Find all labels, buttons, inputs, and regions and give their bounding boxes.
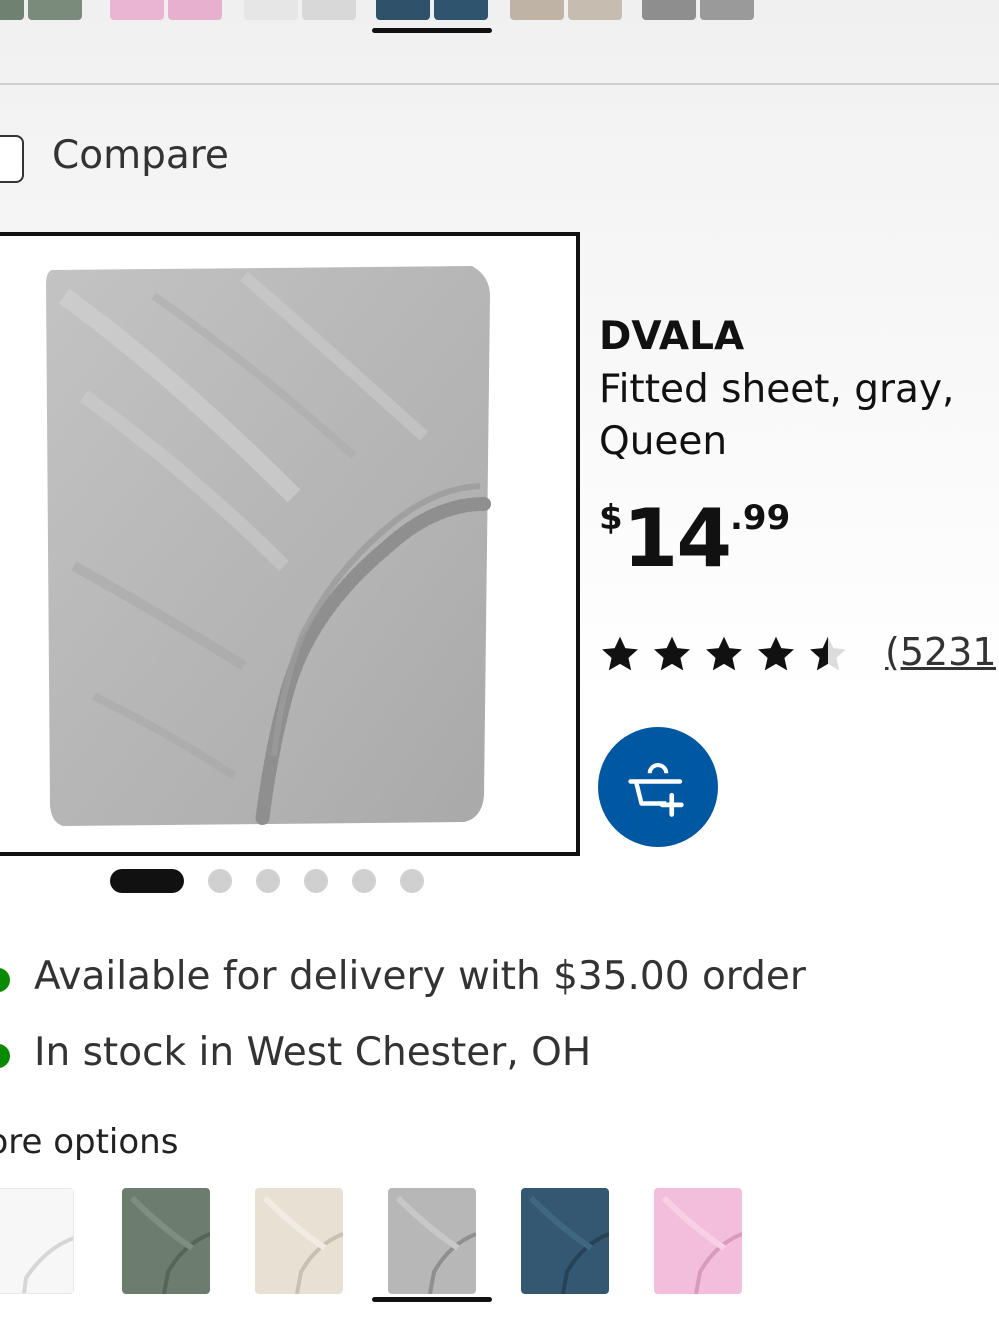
- compare-checkbox[interactable]: [0, 135, 24, 183]
- swatch-blue[interactable]: [521, 1188, 609, 1294]
- star-full-icon: [602, 636, 638, 671]
- top-swatch-beige[interactable]: [510, 0, 622, 20]
- swatch-green[interactable]: [122, 1188, 210, 1294]
- carousel-dot-5[interactable]: [352, 869, 376, 893]
- top-swatch-pink[interactable]: [110, 0, 222, 20]
- product-description[interactable]: Fitted sheet, gray, Queen: [599, 364, 979, 468]
- price-currency: $: [599, 498, 623, 538]
- star-full-icon: [706, 636, 742, 671]
- store-availability-text[interactable]: In stock in West Chester, OH: [34, 1030, 591, 1075]
- swatch-white[interactable]: [0, 1188, 74, 1294]
- more-options-heading: lore options: [0, 1122, 179, 1162]
- shopping-basket-plus-icon: [628, 763, 684, 817]
- carousel-dot-4[interactable]: [304, 869, 328, 893]
- product-price: $14.99: [599, 492, 790, 585]
- divider: [0, 83, 999, 85]
- star-full-icon: [654, 636, 690, 671]
- rating-stars[interactable]: [598, 632, 850, 676]
- availability-status-dot: [0, 1044, 10, 1068]
- selected-color-indicator: [372, 28, 492, 33]
- carousel-dot-2[interactable]: [208, 869, 232, 893]
- availability-status-dot: [0, 968, 10, 992]
- swatch-beige[interactable]: [255, 1188, 343, 1294]
- carousel-dot-6[interactable]: [400, 869, 424, 893]
- carousel-dot-3[interactable]: [256, 869, 280, 893]
- star-full-icon: [758, 636, 794, 671]
- product-name[interactable]: DVALA: [599, 314, 744, 359]
- top-swatch-green[interactable]: [0, 0, 82, 20]
- add-to-cart-button[interactable]: [598, 727, 718, 847]
- image-carousel-dots: [110, 869, 424, 893]
- product-image[interactable]: [0, 232, 580, 856]
- swatch-gray[interactable]: [388, 1188, 476, 1294]
- carousel-dot-1[interactable]: [110, 869, 184, 893]
- star-half-icon: [810, 636, 846, 671]
- compare-label[interactable]: Compare: [52, 133, 229, 178]
- fitted-sheet-image: [46, 266, 491, 829]
- price-cents: .99: [730, 498, 791, 538]
- top-swatch-white[interactable]: [244, 0, 356, 20]
- delivery-availability-text: Available for delivery with $35.00 order: [34, 954, 806, 999]
- top-swatch-gray[interactable]: [642, 0, 754, 20]
- top-swatch-blue[interactable]: [376, 0, 488, 20]
- swatch-pink[interactable]: [654, 1188, 742, 1294]
- price-whole: 14: [622, 492, 732, 585]
- review-count-link[interactable]: (5231): [885, 630, 999, 674]
- selected-swatch-indicator: [372, 1297, 492, 1302]
